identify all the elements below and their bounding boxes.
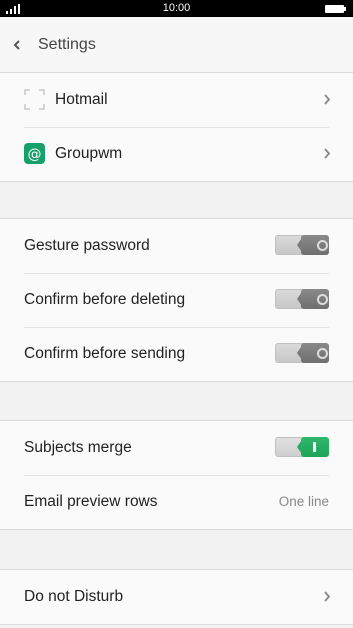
placeholder-icon [24,89,45,110]
header: Settings [0,17,353,73]
subjects-merge-toggle[interactable] [275,436,329,458]
at-sign-icon: @ [24,143,45,164]
page-title: Settings [38,36,96,53]
other-section: Do not Disturb [0,569,353,625]
account-label: Groupwm [55,145,123,162]
setting-label: Confirm before deleting [24,291,186,308]
setting-label: Subjects merge [24,439,132,456]
chevron-right-icon [324,591,331,602]
account-row-hotmail[interactable]: Hotmail [0,73,353,127]
svg-text:@: @ [28,147,42,163]
chevron-right-icon [324,94,331,105]
gesture-password-toggle[interactable] [275,234,329,256]
status-time: 10:00 [162,2,191,14]
gesture-password-row[interactable]: Gesture password [0,219,353,273]
display-section: Subjects merge Email preview rows One li… [0,420,353,530]
status-bar: 10:00 [0,0,353,17]
do-not-disturb-row[interactable]: Do not Disturb [0,570,353,624]
preview-rows-row[interactable]: Email preview rows One line [0,475,353,529]
setting-label: Email preview rows [24,493,158,510]
battery-icon [325,5,347,13]
setting-label: Confirm before sending [24,345,186,362]
confirm-delete-toggle[interactable] [275,288,329,310]
account-row-groupwm[interactable]: @ Groupwm [0,127,353,181]
chevron-right-icon [324,148,331,159]
accounts-section: Hotmail @ Groupwm [0,72,353,182]
confirm-send-toggle[interactable] [275,342,329,364]
confirm-send-row[interactable]: Confirm before sending [0,327,353,381]
confirm-delete-row[interactable]: Confirm before deleting [0,273,353,327]
back-chevron-icon[interactable] [10,35,24,55]
security-section: Gesture password Confirm before deleting… [0,218,353,382]
setting-label: Gesture password [24,237,150,254]
preview-rows-value: One line [278,494,329,509]
subjects-merge-row[interactable]: Subjects merge [0,421,353,475]
setting-label: Do not Disturb [24,588,124,605]
account-label: Hotmail [55,91,108,108]
